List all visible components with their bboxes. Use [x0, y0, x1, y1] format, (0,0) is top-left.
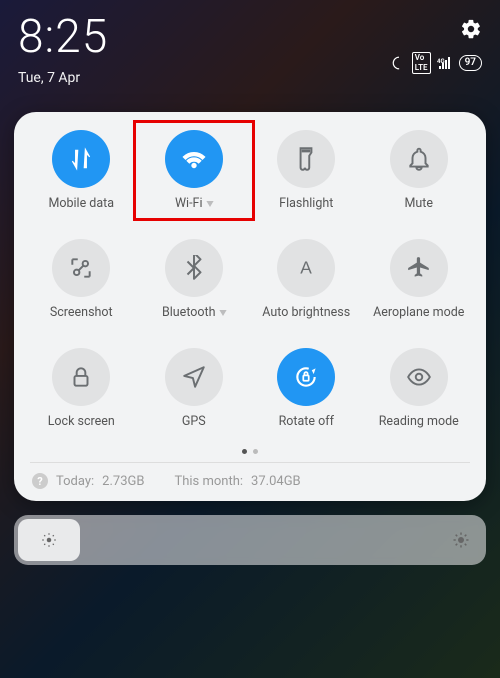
- tile-lock-screen[interactable]: Lock screen: [30, 348, 133, 429]
- page-indicator[interactable]: [30, 449, 470, 454]
- quick-settings-panel: Mobile data Wi-Fi Flashlight Mute: [14, 112, 486, 501]
- eye-icon: [390, 348, 448, 406]
- usage-month-value: 37.04GB: [251, 474, 301, 489]
- battery-indicator: 97: [459, 55, 482, 71]
- screenshot-icon: [52, 239, 110, 297]
- separator: [30, 462, 470, 463]
- status-bar: 8:25 Tue, 7 Apr VoLTE 4G 97: [0, 0, 500, 90]
- flashlight-icon: [277, 130, 335, 188]
- mobile-data-icon: [52, 130, 110, 188]
- tile-rotate-off[interactable]: Rotate off: [255, 348, 358, 429]
- tile-aeroplane-mode[interactable]: Aeroplane mode: [368, 239, 471, 320]
- brightness-slider-handle[interactable]: [18, 519, 80, 561]
- tile-flashlight[interactable]: Flashlight: [255, 130, 358, 211]
- date: Tue, 7 Apr: [18, 70, 108, 86]
- brightness-slider[interactable]: [14, 515, 486, 565]
- quick-settings-grid: Mobile data Wi-Fi Flashlight Mute: [30, 130, 470, 429]
- usage-month-label: This month:: [174, 474, 243, 489]
- brightness-high-icon: [452, 531, 470, 549]
- wifi-icon: [165, 130, 223, 188]
- expand-indicator-icon: [219, 310, 226, 316]
- svg-text:A: A: [300, 257, 312, 277]
- status-indicators: VoLTE 4G 97: [392, 52, 482, 74]
- tile-reading-mode[interactable]: Reading mode: [368, 348, 471, 429]
- tile-bluetooth[interactable]: Bluetooth: [143, 239, 246, 320]
- clock: 8:25: [18, 14, 108, 60]
- dnd-moon-icon: [392, 56, 406, 70]
- expand-indicator-icon: [206, 201, 213, 207]
- tile-gps[interactable]: GPS: [143, 348, 246, 429]
- volte-badge: VoLTE: [412, 52, 431, 74]
- airplane-icon: [390, 239, 448, 297]
- auto-brightness-icon: A: [277, 239, 335, 297]
- tile-screenshot[interactable]: Screenshot: [30, 239, 133, 320]
- lock-icon: [52, 348, 110, 406]
- usage-today-value: 2.73GB: [102, 474, 144, 489]
- info-icon: ?: [32, 473, 48, 489]
- tile-mobile-data[interactable]: Mobile data: [30, 130, 133, 211]
- settings-icon[interactable]: [460, 18, 482, 40]
- brightness-low-icon: [40, 531, 58, 549]
- tile-wifi[interactable]: Wi-Fi: [143, 130, 246, 211]
- signal-4g-icon: 4G: [437, 57, 453, 69]
- bluetooth-icon: [165, 239, 223, 297]
- usage-today-label: Today:: [56, 474, 94, 489]
- data-usage-row[interactable]: ? Today: 2.73GB This month: 37.04GB: [30, 473, 470, 489]
- bell-icon: [390, 130, 448, 188]
- tile-mute[interactable]: Mute: [368, 130, 471, 211]
- page-dot: [253, 449, 258, 454]
- tile-auto-brightness[interactable]: A Auto brightness: [255, 239, 358, 320]
- rotate-lock-icon: [277, 348, 335, 406]
- page-dot: [242, 449, 247, 454]
- location-arrow-icon: [165, 348, 223, 406]
